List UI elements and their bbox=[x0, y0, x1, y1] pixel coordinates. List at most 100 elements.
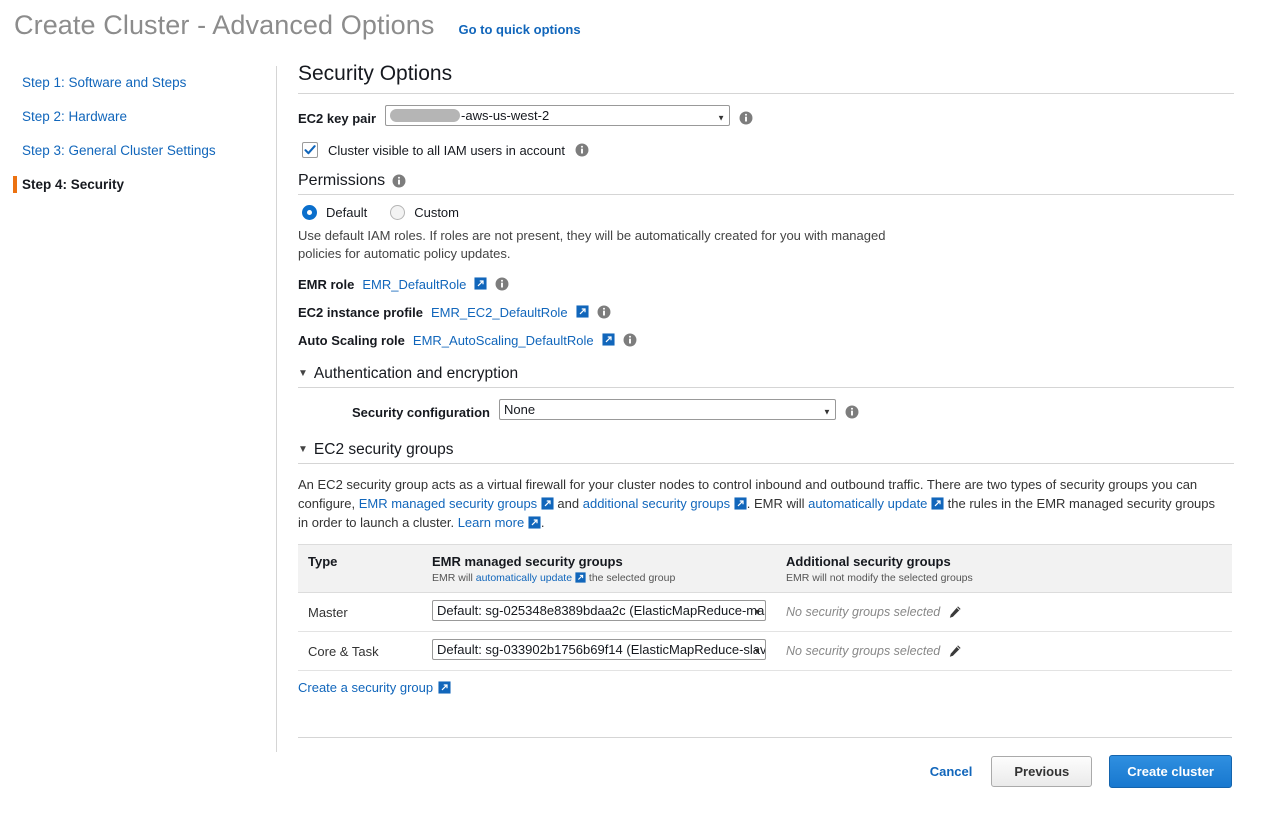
security-configuration-info-icon[interactable] bbox=[845, 403, 859, 421]
emr-managed-security-groups-link[interactable]: EMR managed security groups bbox=[359, 496, 537, 511]
permissions-info-icon[interactable] bbox=[392, 172, 406, 190]
sub-suffix: the selected group bbox=[585, 572, 676, 584]
column-header-additional-label: Additional security groups bbox=[786, 554, 951, 569]
row-additional-core-task: No security groups selected bbox=[776, 631, 1232, 671]
column-header-type: Type bbox=[298, 544, 422, 593]
ec2-instance-profile-label: EC2 instance profile bbox=[298, 304, 423, 320]
create-cluster-button[interactable]: Create cluster bbox=[1109, 755, 1232, 788]
desc-part-2: and bbox=[553, 496, 583, 511]
external-link-icon[interactable] bbox=[576, 303, 589, 321]
desc-part-3: . EMR will bbox=[746, 496, 809, 511]
footer-actions: Cancel Previous Create cluster bbox=[928, 755, 1232, 788]
authentication-section-header[interactable]: ▼ Authentication and encryption bbox=[298, 365, 1234, 388]
ec2-security-groups-section-header[interactable]: ▼ EC2 security groups bbox=[298, 441, 1234, 464]
caret-down-icon: ▼ bbox=[298, 368, 308, 379]
automatically-update-link[interactable]: automatically update bbox=[476, 572, 572, 584]
sidebar-item-hardware[interactable]: Step 2: Hardware bbox=[0, 100, 276, 134]
column-header-emr-managed-sub: EMR will automatically update the select… bbox=[432, 572, 766, 584]
caret-down-icon: ▼ bbox=[298, 444, 308, 455]
cancel-button[interactable]: Cancel bbox=[928, 760, 975, 783]
ec2-key-pair-value: -aws-us-west-2 bbox=[461, 108, 550, 123]
ec2-instance-profile-row: EC2 instance profile EMR_EC2_DefaultRole bbox=[298, 303, 1234, 321]
additional-security-groups-link[interactable]: additional security groups bbox=[583, 496, 730, 511]
create-a-security-group-label: Create a security group bbox=[298, 680, 434, 695]
permissions-radio-custom-label: Custom bbox=[414, 205, 459, 220]
create-a-security-group-link[interactable]: Create a security group bbox=[298, 680, 451, 695]
security-configuration-row: Security configuration None bbox=[352, 399, 1234, 425]
permissions-title-row: Permissions bbox=[298, 172, 1234, 195]
permissions-radio-default-label: Default bbox=[326, 205, 368, 220]
master-emr-managed-select[interactable]: Default: sg-025348e8389bdaa2c (ElasticMa… bbox=[432, 600, 766, 621]
core-task-emr-managed-select[interactable]: Default: sg-033902b1756b69f14 (ElasticMa… bbox=[432, 639, 766, 660]
emr-role-row: EMR role EMR_DefaultRole bbox=[298, 275, 1234, 293]
pencil-icon[interactable] bbox=[948, 644, 962, 659]
ec2-key-pair-select-wrap: -aws-us-west-2 bbox=[385, 105, 731, 131]
row-additional-master: No security groups selected bbox=[776, 592, 1232, 632]
ec2-instance-profile-info-icon[interactable] bbox=[597, 303, 611, 321]
ec2-key-pair-select[interactable]: -aws-us-west-2 bbox=[385, 105, 731, 126]
row-emr-managed-master: Default: sg-025348e8389bdaa2c (ElasticMa… bbox=[422, 592, 776, 632]
ec2-security-groups-description: An EC2 security group acts as a virtual … bbox=[298, 475, 1220, 532]
sub-prefix: EMR will bbox=[432, 572, 476, 584]
core-task-additional-value: No security groups selected bbox=[786, 644, 941, 658]
table-row: Core & Task Default: sg-033902b1756b69f1… bbox=[298, 631, 1232, 671]
emr-role-info-icon[interactable] bbox=[495, 275, 509, 293]
table-row: Master Default: sg-025348e8389bdaa2c (El… bbox=[298, 592, 1232, 632]
pencil-icon[interactable] bbox=[948, 605, 962, 620]
cluster-visible-row: Cluster visible to all IAM users in acco… bbox=[302, 141, 1234, 159]
sidebar-item-security[interactable]: Step 4: Security bbox=[0, 168, 276, 202]
sidebar-item-label: Step 3: General Cluster Settings bbox=[22, 143, 216, 158]
column-header-additional-sub: EMR will not modify the selected groups bbox=[786, 572, 973, 584]
cluster-visible-info-icon[interactable] bbox=[575, 141, 589, 159]
external-link-icon[interactable] bbox=[541, 496, 554, 511]
permissions-radio-group: Default Custom bbox=[302, 205, 1234, 220]
redacted-key-pair-prefix bbox=[390, 109, 461, 122]
external-link-icon[interactable] bbox=[438, 680, 451, 695]
security-configuration-select[interactable]: None bbox=[498, 399, 836, 420]
previous-button[interactable]: Previous bbox=[991, 756, 1093, 787]
wizard-sidebar: Step 1: Software and Steps Step 2: Hardw… bbox=[0, 66, 277, 752]
emr-role-label: EMR role bbox=[298, 276, 355, 292]
external-link-icon[interactable] bbox=[528, 515, 541, 530]
cluster-visible-checkbox[interactable] bbox=[302, 142, 318, 158]
automatically-update-link[interactable]: automatically update bbox=[808, 496, 927, 511]
external-link-icon[interactable] bbox=[734, 496, 747, 511]
sidebar-item-label: Step 4: Security bbox=[22, 177, 125, 192]
security-groups-table: Type EMR managed security groups EMR wil… bbox=[298, 544, 1232, 671]
master-additional-value: No security groups selected bbox=[786, 605, 941, 619]
page-title: Create Cluster - Advanced Options bbox=[14, 10, 435, 40]
create-cluster-page: Create Cluster - Advanced Options Go to … bbox=[0, 0, 1263, 820]
ec2-security-groups-section-title: EC2 security groups bbox=[313, 441, 454, 458]
auto-scaling-role-info-icon[interactable] bbox=[623, 331, 637, 349]
footer-divider bbox=[298, 737, 1232, 738]
section-title-security-options: Security Options bbox=[298, 62, 1234, 94]
permissions-radio-custom[interactable] bbox=[390, 205, 406, 220]
security-groups-table-body: Master Default: sg-025348e8389bdaa2c (El… bbox=[298, 592, 1232, 671]
external-link-icon[interactable] bbox=[474, 275, 487, 293]
external-link-icon[interactable] bbox=[931, 496, 944, 511]
desc-part-5: . bbox=[540, 515, 545, 530]
sidebar-item-label: Step 2: Hardware bbox=[22, 109, 128, 124]
cluster-visible-label: Cluster visible to all IAM users in acco… bbox=[328, 142, 565, 158]
auto-scaling-role-label: Auto Scaling role bbox=[298, 332, 405, 348]
security-configuration-select-wrap: None bbox=[498, 399, 836, 425]
emr-role-link[interactable]: EMR_DefaultRole bbox=[362, 277, 466, 292]
ec2-key-pair-info-icon[interactable] bbox=[739, 109, 753, 127]
auto-scaling-role-link[interactable]: EMR_AutoScaling_DefaultRole bbox=[413, 333, 594, 348]
ec2-instance-profile-link[interactable]: EMR_EC2_DefaultRole bbox=[431, 305, 568, 320]
permissions-title: Permissions bbox=[298, 172, 386, 189]
external-link-icon[interactable] bbox=[575, 572, 586, 584]
row-type-master: Master bbox=[298, 592, 422, 632]
ec2-key-pair-row: EC2 key pair -aws-us-west-2 bbox=[298, 105, 1234, 131]
external-link-icon[interactable] bbox=[602, 331, 615, 349]
permissions-radio-default[interactable] bbox=[302, 205, 317, 220]
learn-more-link[interactable]: Learn more bbox=[458, 515, 524, 530]
main-content: Security Options EC2 key pair -aws-us-we… bbox=[298, 62, 1234, 697]
page-header: Create Cluster - Advanced Options Go to … bbox=[14, 10, 581, 41]
sidebar-item-software-and-steps[interactable]: Step 1: Software and Steps bbox=[0, 66, 276, 100]
sidebar-item-general-cluster-settings[interactable]: Step 3: General Cluster Settings bbox=[0, 134, 276, 168]
column-header-additional: Additional security groups EMR will not … bbox=[776, 544, 1232, 593]
go-to-quick-options-link[interactable]: Go to quick options bbox=[459, 22, 581, 37]
auto-scaling-role-row: Auto Scaling role EMR_AutoScaling_Defaul… bbox=[298, 331, 1234, 349]
security-groups-table-head: Type EMR managed security groups EMR wil… bbox=[298, 544, 1232, 593]
